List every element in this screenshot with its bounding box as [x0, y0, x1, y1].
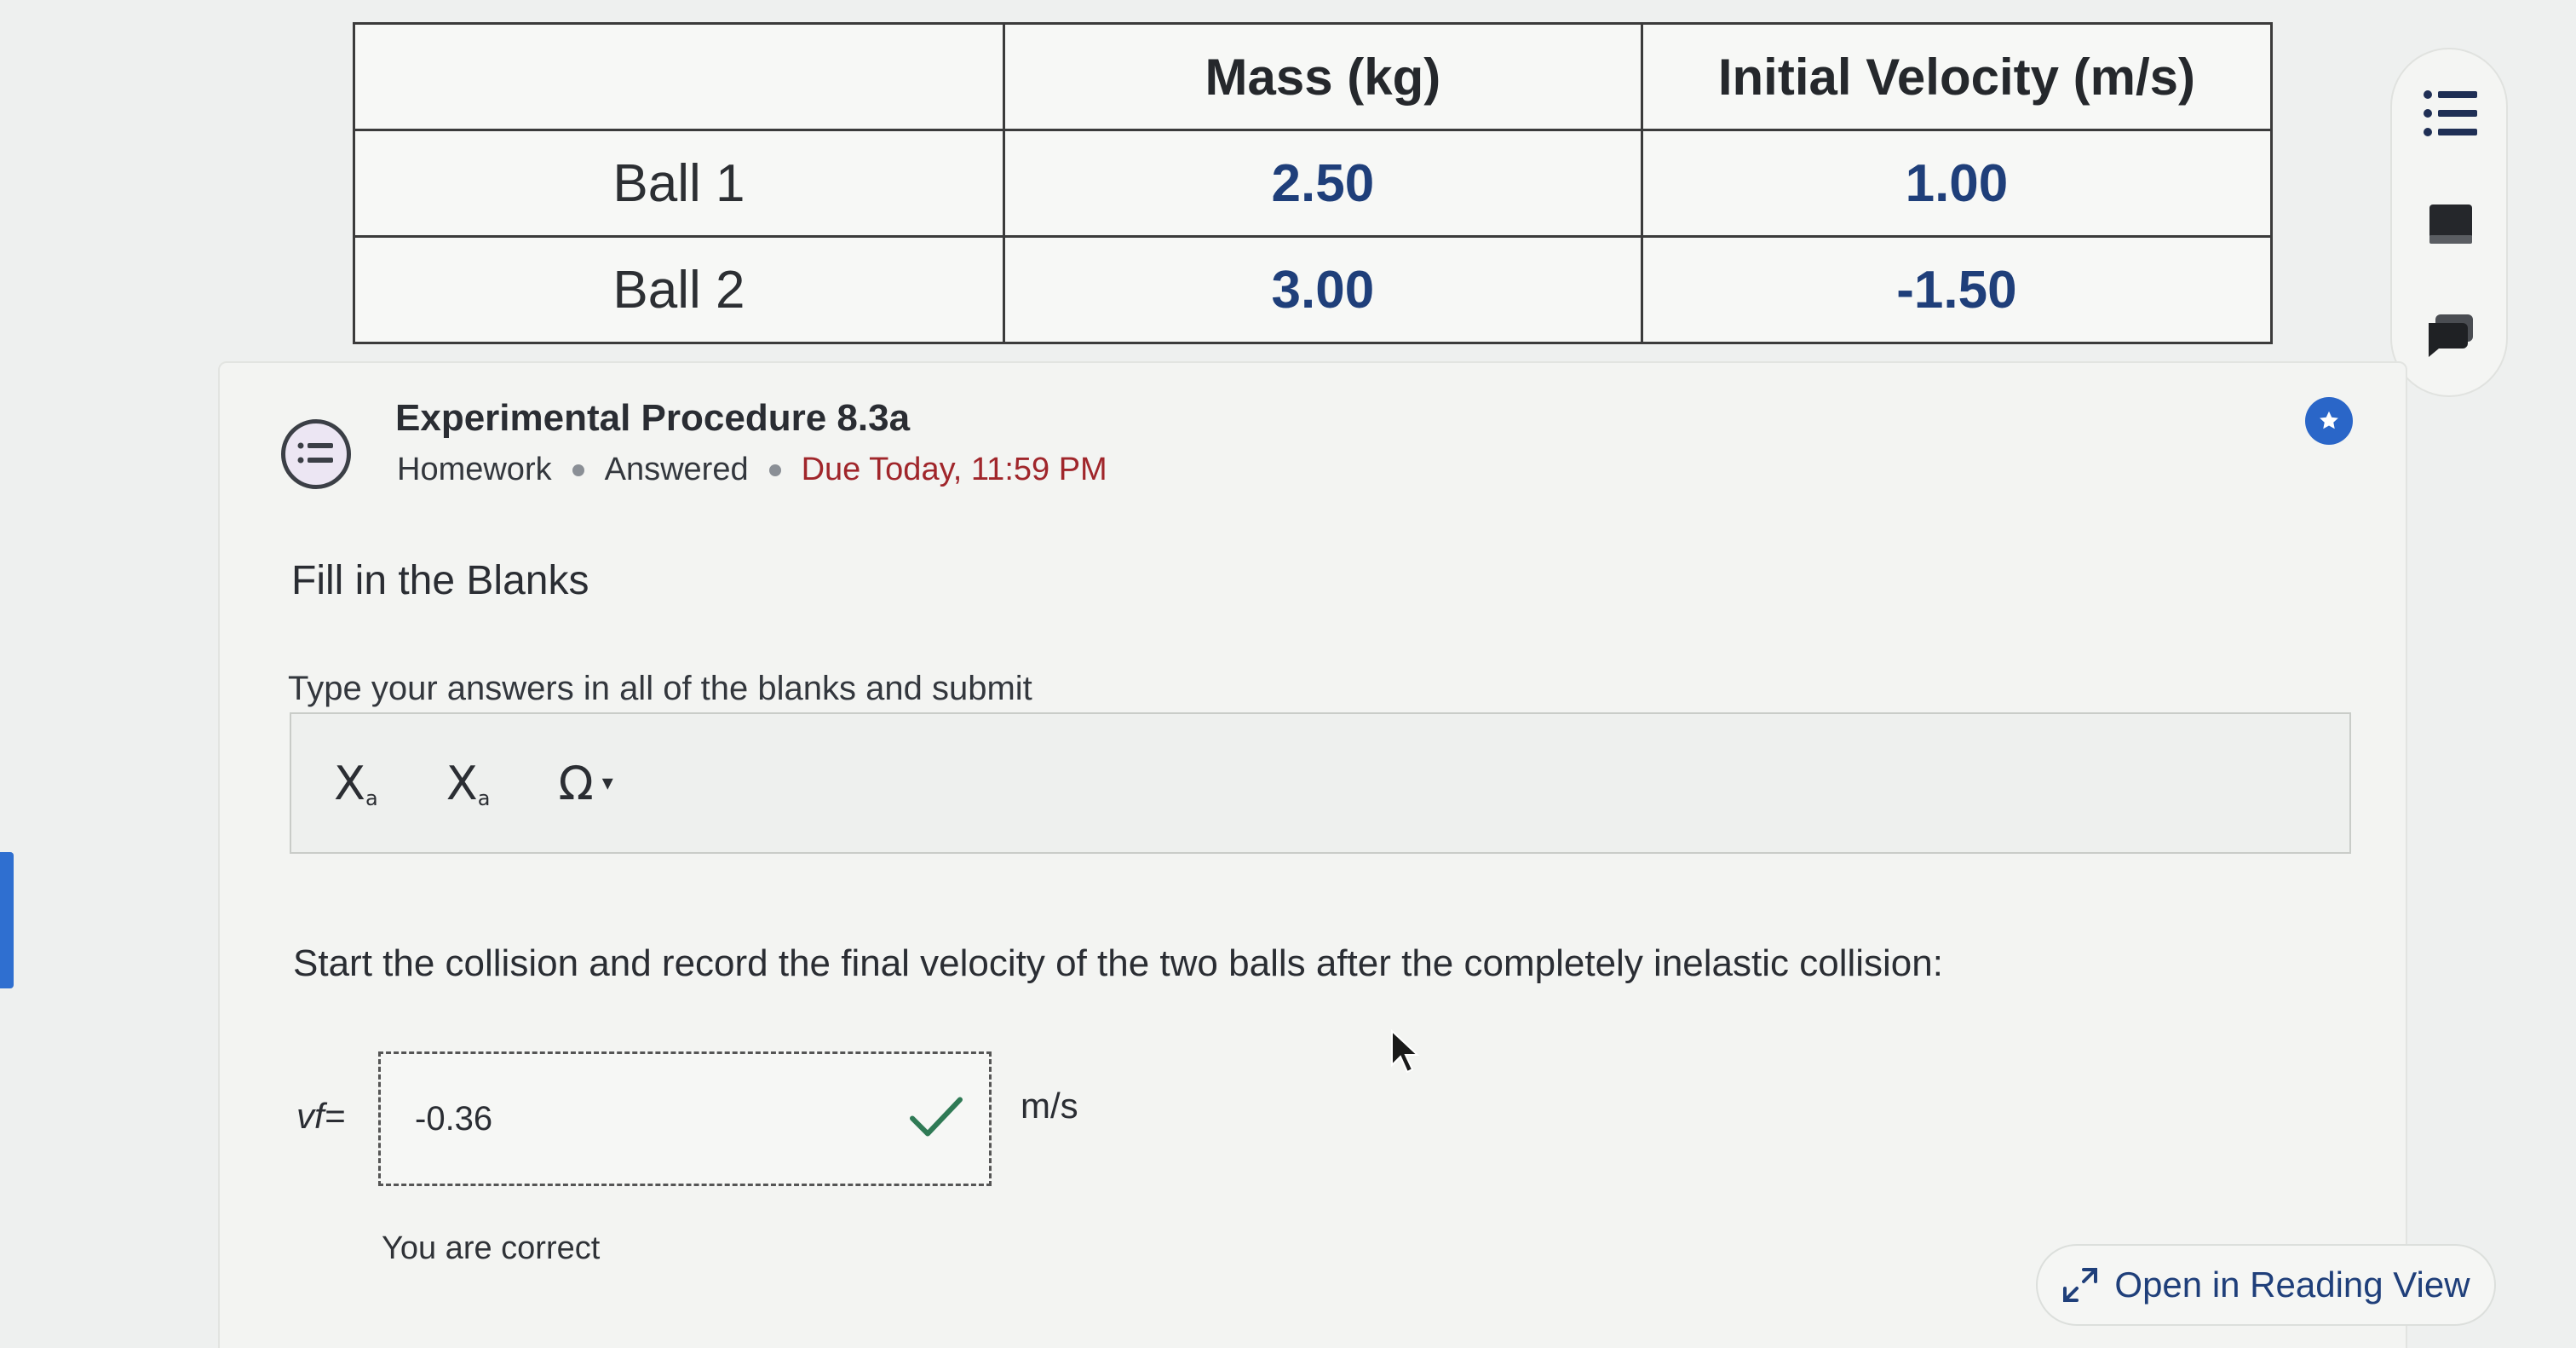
answer-value: -0.36 — [415, 1099, 493, 1138]
omega-icon: Ω — [558, 756, 594, 810]
row-label-ball-1: Ball 1 — [353, 129, 1005, 238]
table-header-empty — [353, 22, 1005, 131]
assignment-title: Experimental Procedure 8.3a — [395, 397, 911, 439]
question-card: Experimental Procedure 8.3a Homework Ans… — [218, 361, 2407, 1348]
subscript-button[interactable]: Xa — [334, 757, 378, 810]
subscript-mark: a — [365, 786, 378, 810]
separator-dot — [768, 464, 781, 476]
open-reading-view-button[interactable]: Open in Reading View — [2036, 1244, 2496, 1326]
left-edge-accent — [0, 852, 14, 988]
assignment-type: Homework — [397, 452, 552, 487]
ball-2-mass: 3.00 — [1002, 235, 1643, 344]
special-characters-button[interactable]: Ω ▾ — [558, 757, 612, 810]
separator-dot — [572, 464, 584, 476]
assignment-meta: Homework Answered Due Today, 11:59 PM — [397, 452, 1107, 488]
chat-icon[interactable] — [2421, 305, 2481, 365]
table-header-row: Mass (kg) Initial Velocity (m/s) — [353, 22, 2274, 131]
instructions-text: Type your answers in all of the blanks a… — [288, 670, 1032, 707]
mouse-cursor-icon — [1390, 1028, 1421, 1080]
discussion-list-icon — [281, 419, 351, 489]
feedback-text: You are correct — [382, 1230, 601, 1266]
star-badge-icon[interactable] — [2305, 397, 2353, 445]
table-header-mass: Mass (kg) — [1002, 22, 1643, 131]
ball-2-velocity: -1.50 — [1640, 235, 2274, 344]
chevron-down-icon: ▾ — [601, 770, 613, 796]
note-icon[interactable] — [2421, 194, 2481, 254]
answer-label: vf= — [296, 1096, 346, 1136]
assignment-due: Due Today, 11:59 PM — [801, 452, 1107, 487]
superscript-button[interactable]: Xa — [446, 757, 491, 810]
subscript-label: X — [334, 756, 365, 810]
table-row: Ball 1 2.50 1.00 — [353, 129, 2274, 238]
superscript-mark: a — [477, 786, 491, 810]
expand-arrows-icon — [2061, 1266, 2099, 1304]
side-tool-rail — [2390, 48, 2508, 397]
section-title: Fill in the Blanks — [291, 558, 589, 603]
reading-view-label: Open in Reading View — [2114, 1264, 2470, 1305]
superscript-label: X — [446, 756, 478, 810]
assignment-status: Answered — [604, 452, 749, 487]
list-icon[interactable] — [2421, 84, 2481, 143]
editor-toolbar: Xa Xa Ω ▾ — [290, 712, 2351, 854]
table-row: Ball 2 3.00 -1.50 — [353, 235, 2274, 344]
unit-label: m/s — [1021, 1086, 1078, 1126]
table-header-velocity: Initial Velocity (m/s) — [1640, 22, 2274, 131]
collision-data-table: Mass (kg) Initial Velocity (m/s) Ball 1 … — [353, 22, 2274, 344]
final-velocity-input[interactable]: -0.36 — [378, 1051, 992, 1186]
question-text: Start the collision and record the final… — [293, 942, 1943, 984]
checkmark-icon — [909, 1095, 963, 1143]
row-label-ball-2: Ball 2 — [353, 235, 1005, 344]
screen: Mass (kg) Initial Velocity (m/s) Ball 1 … — [0, 0, 2576, 1348]
ball-1-velocity: 1.00 — [1640, 129, 2274, 238]
ball-1-mass: 2.50 — [1002, 129, 1643, 238]
